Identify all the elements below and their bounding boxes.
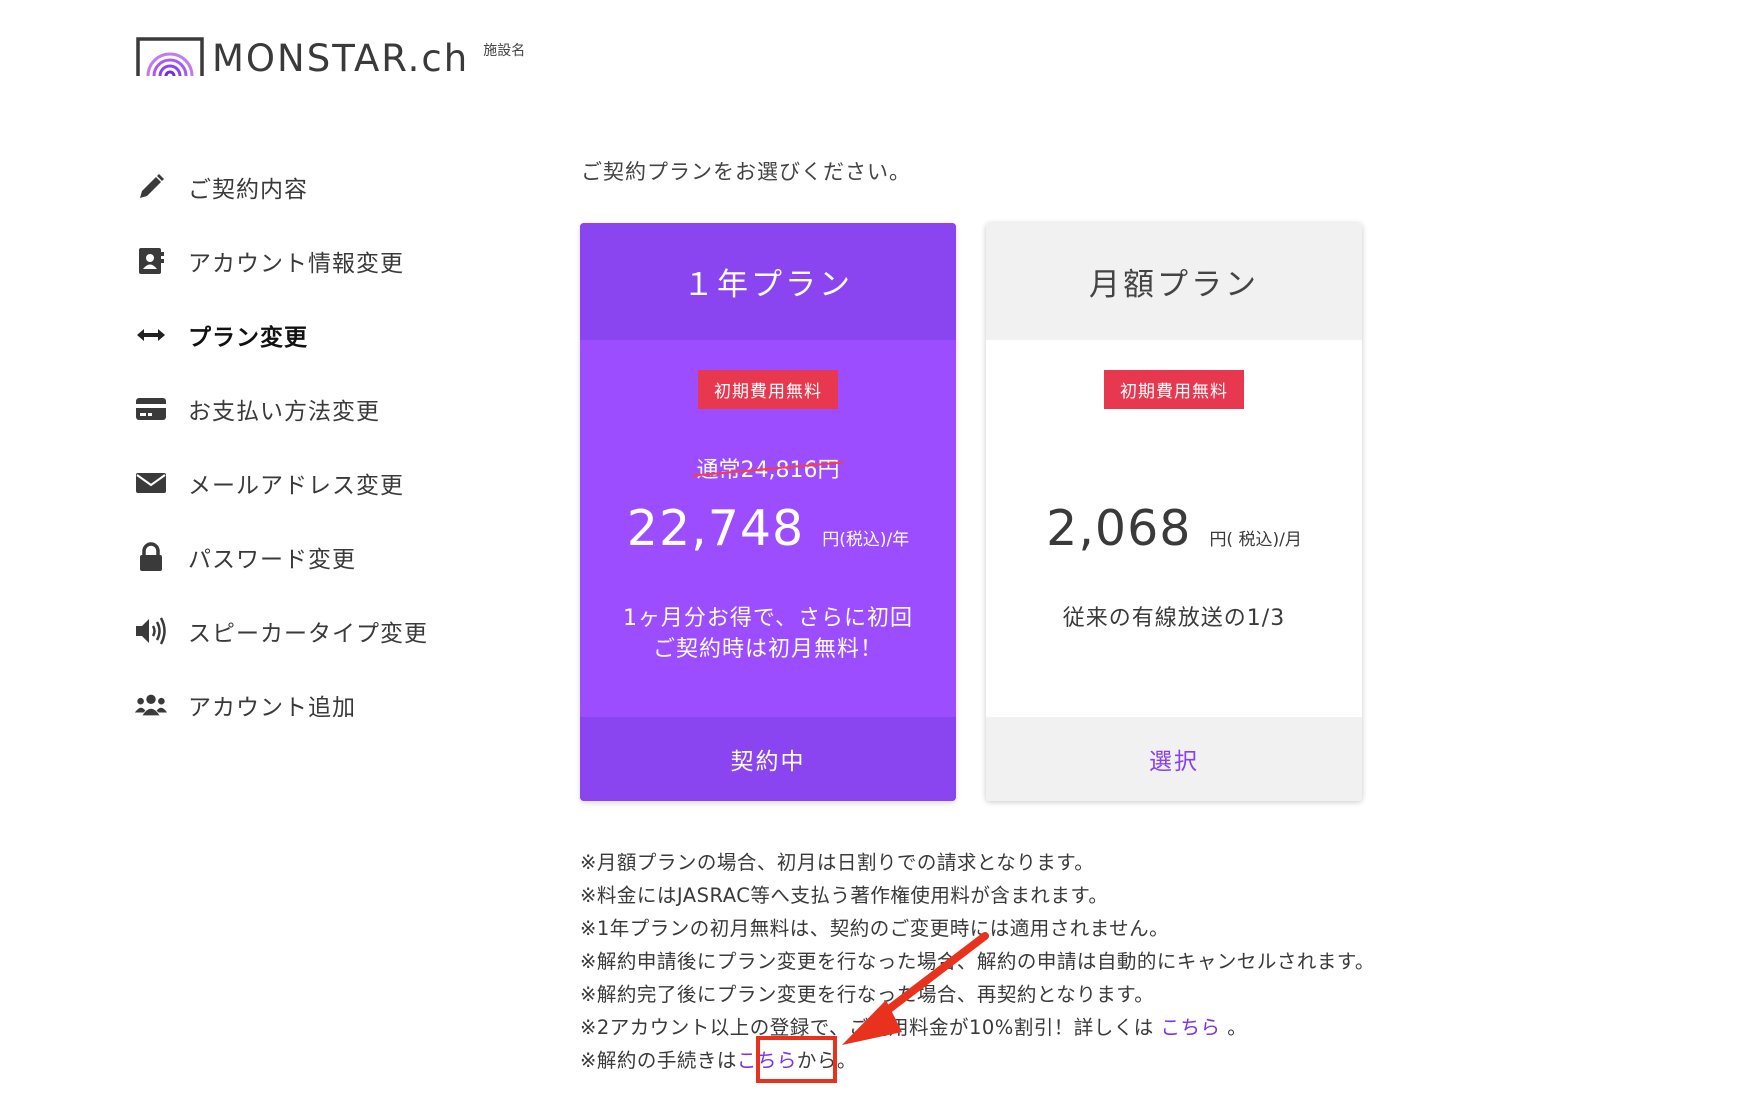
price-unit: 円(税込)/年 [822,530,910,550]
pencil-icon [134,170,168,204]
price-row: 2,068 円( 税込)/月 [986,500,1362,557]
plan-description: 1ヶ月分お得で、さらに初回 ご契約時は初月無料！ [580,603,956,665]
price: 22,748 [626,500,805,557]
plan-description: 従来の有線放送の1/3 [986,603,1362,634]
sidebar-item-label: ご契約内容 [188,177,308,203]
sidebar-item-label: プラン変更 [188,325,308,351]
discount-details-link[interactable]: こちら [1161,1016,1221,1039]
plan-title: １年プラン [580,223,956,340]
page: MONSTAR.ch 施設名 ご契約内容 アカウント情報変更 プラン変更 お支払… [0,0,1744,1110]
old-price: 通常24,816円 [692,452,844,484]
logo-text: MONSTAR.ch [212,37,470,80]
sidebar-item-label: スピーカータイプ変更 [188,621,428,647]
note-cancel: ※解約の手続きはこちらから。 [580,1044,1480,1077]
sidebar-item-plan-change[interactable]: プラン変更 [134,298,514,372]
sidebar-item-speaker[interactable]: スピーカータイプ変更 [134,594,514,668]
note-discount: ※2アカウント以上の登録で、ご利用料金が10%割引！詳しくは こちら 。 [580,1011,1480,1044]
sidebar: ご契約内容 アカウント情報変更 プラン変更 お支払い方法変更 メールアドレス変更 [134,150,514,742]
contact-card-icon [134,244,168,278]
note: ※料金にはJASRAC等へ支払う著作権使用料が含まれます。 [580,884,1109,907]
double-arrow-icon [134,318,168,352]
logo-mark-icon [136,36,204,78]
lock-icon [134,540,168,574]
sidebar-item-label: アカウント情報変更 [188,251,404,277]
note-text: ※解約の手続きは [580,1049,737,1072]
plan-card-yearly: １年プラン 初期費用無料 通常24,816円 22,748 円(税込)/年 1ヶ… [580,223,956,801]
sidebar-item-account-info[interactable]: アカウント情報変更 [134,224,514,298]
sidebar-item-contract[interactable]: ご契約内容 [134,150,514,224]
note-text: ※2アカウント以上の登録で、ご利用料金が10%割引！詳しくは [580,1016,1161,1039]
note: ※月額プランの場合、初月は日割りでの請求となります。 [580,851,1095,874]
sidebar-item-label: アカウント追加 [188,695,356,721]
envelope-icon [134,466,168,500]
price: 2,068 [1046,500,1192,557]
price-row: 22,748 円(税込)/年 [580,500,956,557]
note: ※1年プランの初月無料は、契約のご変更時には適用されません。 [580,917,1170,940]
sidebar-item-payment[interactable]: お支払い方法変更 [134,372,514,446]
note: ※解約申請後にプラン変更を行なった場合、解約の申請は自動的にキャンセルされます。 [580,950,1375,973]
sidebar-item-label: パスワード変更 [188,547,356,573]
sidebar-item-password[interactable]: パスワード変更 [134,520,514,594]
plan-description-line: 1ヶ月分お得で、さらに初回 [622,606,914,631]
plan-description-line: ご契約時は初月無料！ [652,637,883,662]
current-plan-label: 契約中 [580,717,956,801]
note: ※解約完了後にプラン変更を行なった場合、再契約となります。 [580,983,1155,1006]
facility-label: 施設名 [483,43,526,59]
note-text: 。 [1220,1016,1248,1039]
credit-card-icon [134,392,168,426]
users-icon [134,688,168,722]
speaker-icon [134,614,168,648]
sidebar-item-email[interactable]: メールアドレス変更 [134,446,514,520]
select-plan-button[interactable]: 選択 [986,717,1362,801]
plan-card-monthly: 月額プラン 初期費用無料 2,068 円( 税込)/月 従来の有線放送の1/3 … [986,223,1362,801]
status-badge: 初期費用無料 [698,370,838,409]
sidebar-item-label: お支払い方法変更 [188,399,380,425]
sidebar-item-add-account[interactable]: アカウント追加 [134,668,514,742]
status-badge: 初期費用無料 [1104,370,1244,409]
notes: ※月額プランの場合、初月は日割りでの請求となります。 ※料金にはJASRAC等へ… [580,846,1480,1077]
annotation-highlight-box [756,1036,837,1083]
plan-title: 月額プラン [986,223,1362,340]
old-price-text: 通常24,816円 [696,458,840,483]
price-unit: 円( 税込)/月 [1209,530,1302,550]
plan-description-line: 従来の有線放送の1/3 [1062,606,1286,631]
logo[interactable]: MONSTAR.ch 施設名 [136,34,525,94]
sidebar-item-label: メールアドレス変更 [188,473,404,499]
page-intro: ご契約プランをお選びください。 [581,160,911,184]
